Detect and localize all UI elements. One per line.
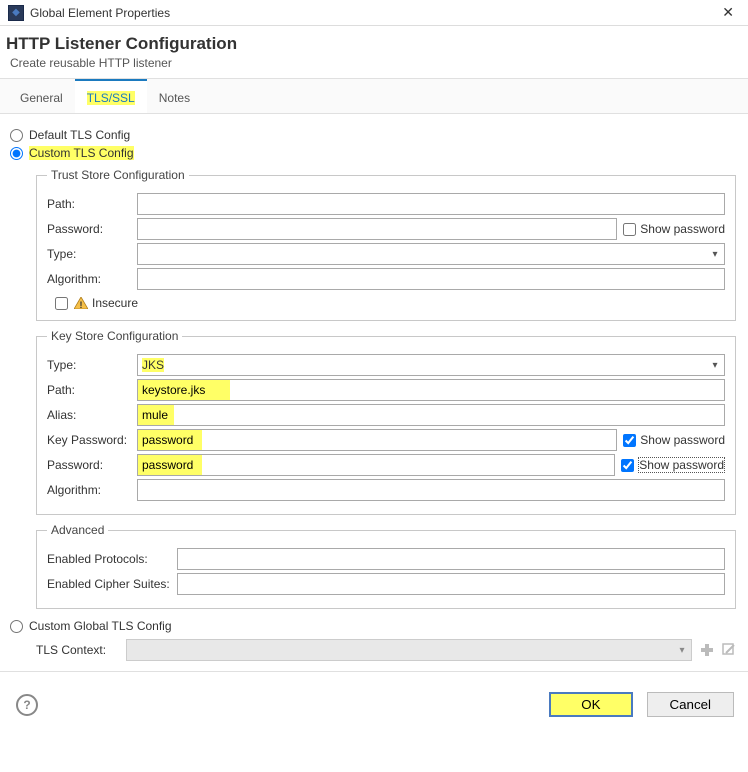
window-title: Global Element Properties [30,6,716,20]
key-path-input[interactable] [137,379,725,401]
cancel-button[interactable]: Cancel [647,692,735,717]
svg-text:!: ! [80,300,83,309]
chevron-down-icon: ▾ [706,249,724,260]
trust-store-legend: Trust Store Configuration [47,168,189,182]
advanced-ciphers-label: Enabled Cipher Suites: [47,577,177,591]
app-icon: ◆ [8,5,24,21]
radio-default-tls-label: Default TLS Config [29,128,130,142]
radio-global-tls-label: Custom Global TLS Config [29,619,172,633]
chevron-down-icon: ▾ [673,645,691,656]
page-title: HTTP Listener Configuration [6,34,738,54]
key-type-label: Type: [47,358,137,372]
key-keypw-show-checkbox[interactable] [623,434,636,447]
key-store-legend: Key Store Configuration [47,329,182,343]
page-subtitle: Create reusable HTTP listener [10,56,738,70]
advanced-legend: Advanced [47,523,108,537]
add-icon [700,643,714,657]
radio-default-tls[interactable] [10,129,23,142]
advanced-group: Advanced Enabled Protocols: Enabled Ciph… [36,523,736,609]
trust-insecure-label: Insecure [92,296,138,310]
trust-type-select[interactable]: ▾ [137,243,725,265]
trust-showpw-label: Show password [640,222,725,236]
tls-context-label: TLS Context: [36,643,126,657]
advanced-ciphers-input[interactable] [177,573,725,595]
radio-custom-tls[interactable] [10,147,23,160]
trust-store-group: Trust Store Configuration Path: Password… [36,168,736,321]
header: HTTP Listener Configuration Create reusa… [0,26,748,78]
trust-type-label: Type: [47,247,137,261]
key-alias-input[interactable] [137,404,725,426]
ok-button[interactable]: OK [549,692,632,717]
tab-general[interactable]: General [8,79,75,113]
key-algorithm-input[interactable] [137,479,725,501]
trust-showpw-checkbox[interactable] [623,223,636,236]
key-pw-show-label: Show password [638,457,725,473]
trust-algorithm-label: Algorithm: [47,272,137,286]
advanced-protocols-label: Enabled Protocols: [47,552,177,566]
key-path-label: Path: [47,383,137,397]
trust-password-label: Password: [47,222,137,236]
key-password-label: Password: [47,458,137,472]
help-icon[interactable]: ? [16,694,38,716]
tabs: General TLS/SSL Notes [0,79,748,114]
warning-icon: ! [74,297,88,309]
trust-algorithm-input[interactable] [137,268,725,290]
trust-path-input[interactable] [137,193,725,215]
key-keypw-show-label: Show password [640,433,725,447]
close-icon[interactable]: ✕ [716,4,740,21]
trust-path-label: Path: [47,197,137,211]
key-store-group: Key Store Configuration Type: JKS ▾ Path… [36,329,736,515]
key-keypassword-label: Key Password: [47,433,137,447]
tab-notes[interactable]: Notes [147,79,202,113]
chevron-down-icon: ▾ [706,360,724,371]
key-algorithm-label: Algorithm: [47,483,137,497]
key-alias-label: Alias: [47,408,137,422]
key-password-input[interactable] [137,454,615,476]
tab-tls-ssl[interactable]: TLS/SSL [75,79,147,113]
edit-icon [722,643,736,657]
key-pw-show-checkbox[interactable] [621,459,634,472]
title-bar: ◆ Global Element Properties ✕ [0,0,748,26]
key-keypassword-input[interactable] [137,429,617,451]
key-type-select[interactable]: JKS ▾ [137,354,725,376]
radio-global-tls[interactable] [10,620,23,633]
tls-context-select: ▾ [126,639,692,661]
key-type-value: JKS [142,358,164,372]
trust-password-input[interactable] [137,218,617,240]
trust-insecure-checkbox[interactable] [55,297,68,310]
radio-custom-tls-label: Custom TLS Config [29,146,134,160]
advanced-protocols-input[interactable] [177,548,725,570]
